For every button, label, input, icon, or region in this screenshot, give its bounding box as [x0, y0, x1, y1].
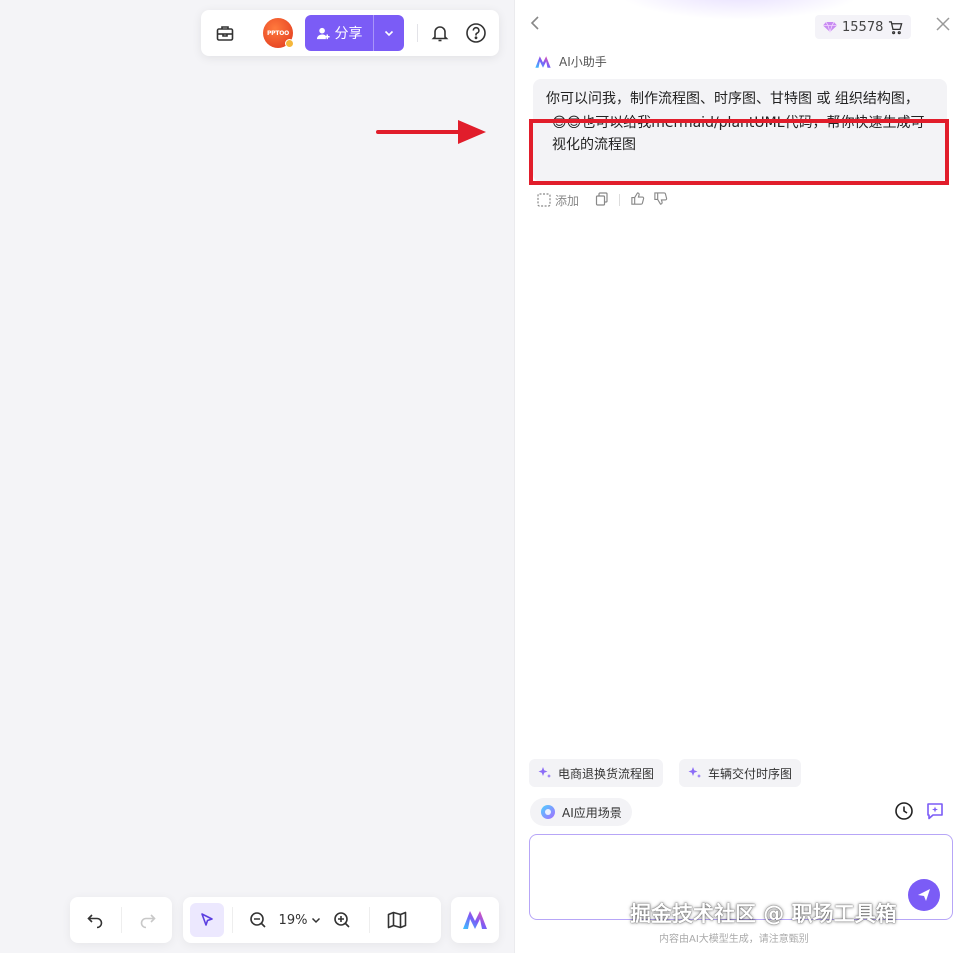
share-dropdown-button[interactable]	[374, 15, 404, 51]
zoom-in-icon	[334, 912, 350, 928]
redo-button[interactable]	[131, 903, 165, 937]
add-label: 添加	[555, 193, 580, 208]
undo-redo-bar	[70, 897, 172, 943]
send-button[interactable]	[908, 879, 940, 911]
zoom-out-button[interactable]	[241, 903, 275, 937]
like-button[interactable]	[630, 191, 645, 209]
close-icon	[936, 17, 950, 31]
cursor-icon	[201, 913, 213, 926]
history-button[interactable]	[894, 801, 914, 825]
undo-icon	[87, 914, 103, 929]
view-toolbar: 19%	[183, 897, 441, 943]
avatar-status-dot	[285, 39, 294, 48]
gem-icon	[823, 21, 837, 33]
zoom-dropdown[interactable]	[311, 915, 325, 925]
cart-icon[interactable]	[888, 20, 903, 35]
chevron-down-icon	[311, 917, 321, 924]
copy-button[interactable]	[595, 191, 609, 209]
toolbar-divider	[232, 907, 233, 933]
share-button-group: 分享	[305, 15, 404, 51]
ai-logo-icon	[463, 911, 487, 929]
avatar[interactable]: PPTOO	[263, 18, 294, 48]
toolbar-divider	[417, 24, 418, 42]
message-actions: 添加	[537, 191, 668, 209]
avatar-text: PPTOO	[266, 29, 290, 37]
ai-assistant-toggle[interactable]	[451, 897, 499, 943]
top-toolbar: PPTOO 分享	[201, 10, 499, 56]
assistant-name: AI小助手	[559, 55, 607, 69]
copy-icon	[595, 191, 608, 206]
ai-scene-button[interactable]: AI应用场景	[530, 798, 632, 826]
highlight-box	[529, 119, 949, 185]
toolbar-divider	[369, 907, 370, 933]
toolbox-icon[interactable]	[211, 19, 239, 47]
sparkle-icon	[688, 767, 701, 778]
suggestion-chip[interactable]: 车辆交付时序图	[679, 759, 802, 787]
zoom-out-icon	[250, 912, 266, 928]
thumbs-up-icon	[631, 192, 645, 205]
undo-button[interactable]	[78, 903, 112, 937]
toolbar-divider	[121, 907, 122, 933]
chevron-down-icon	[384, 30, 394, 37]
back-icon	[530, 16, 539, 30]
action-divider	[619, 194, 621, 206]
history-icon	[895, 802, 913, 820]
add-to-canvas-icon	[537, 193, 551, 207]
dislike-button[interactable]	[653, 191, 668, 209]
select-tool-button[interactable]	[190, 903, 224, 937]
map-icon	[387, 911, 407, 929]
suggestion-chip[interactable]: 电商退换货流程图	[529, 759, 664, 787]
sparkle-icon	[538, 767, 551, 778]
new-chat-button[interactable]	[925, 801, 945, 825]
credits-value: 15578	[842, 19, 884, 35]
zoom-in-button[interactable]	[325, 903, 359, 937]
ai-logo-icon	[535, 55, 551, 68]
map-button[interactable]	[380, 903, 414, 937]
message-line-1: 你可以问我，制作流程图、时序图、甘特图 或 组织结构图，	[546, 91, 919, 107]
redo-icon	[140, 914, 156, 929]
add-user-icon	[316, 27, 330, 39]
annotation-arrow	[376, 120, 486, 144]
assistant-header: AI小助手	[534, 53, 607, 70]
ai-scene-label: AI应用场景	[562, 805, 622, 820]
close-button[interactable]	[935, 16, 951, 36]
suggestion-label: 电商退换货流程图	[558, 766, 655, 781]
ai-disclaimer: 内容由AI大模型生成，请注意甄别	[659, 934, 809, 945]
share-label: 分享	[334, 26, 363, 42]
share-button[interactable]: 分享	[305, 15, 374, 51]
bell-icon[interactable]	[426, 19, 454, 47]
new-chat-icon	[927, 803, 943, 820]
ai-assistant-panel: 15578 AI小助手 你可以问我，制作流程图、时序图、甘特图 或 组织结构图，…	[514, 0, 966, 953]
watermark: 掘金技术社区 @ 职场工具箱	[630, 902, 897, 926]
suggestion-label: 车辆交付时序图	[708, 766, 793, 781]
ai-scene-icon	[541, 805, 555, 819]
send-icon	[918, 889, 930, 901]
credits-badge[interactable]: 15578	[815, 15, 912, 39]
zoom-level[interactable]: 19%	[275, 913, 311, 928]
add-button[interactable]: 添加	[537, 192, 579, 209]
help-icon[interactable]	[462, 19, 490, 47]
thumbs-down-icon	[654, 192, 668, 205]
back-button[interactable]	[527, 14, 545, 36]
